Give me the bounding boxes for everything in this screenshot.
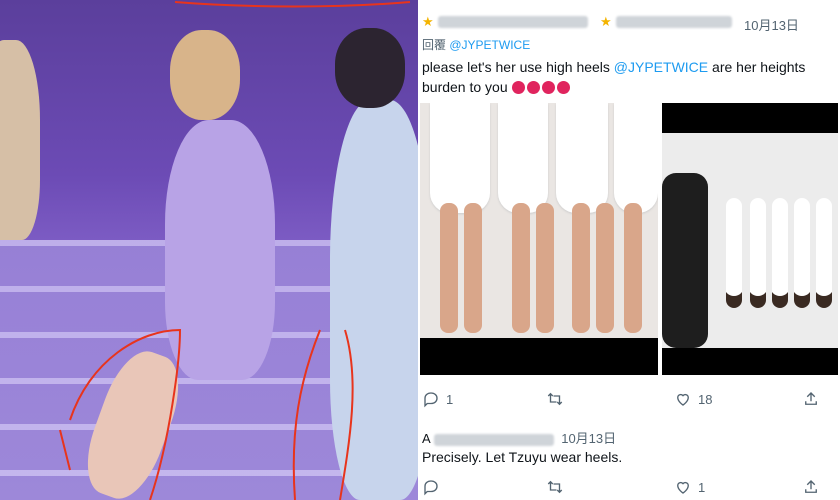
reply-icon xyxy=(424,392,438,408)
reply-button[interactable] xyxy=(422,478,446,496)
member-figure xyxy=(816,198,832,308)
reply-actions: 1 xyxy=(418,478,840,500)
leg xyxy=(440,203,458,333)
member-figure xyxy=(794,198,810,308)
tweet-body: please let's her use high heels @JYPETWI… xyxy=(422,57,840,97)
reply-date[interactable]: 10月13日 xyxy=(561,431,616,446)
tweet-header: ★ ★ 10月13日 xyxy=(422,12,840,34)
angry-emoji-icon xyxy=(556,81,570,94)
leg xyxy=(512,203,530,333)
reply-icon xyxy=(424,480,438,496)
leg xyxy=(572,203,590,333)
reply-author-initial[interactable]: A xyxy=(422,431,430,446)
dress xyxy=(498,103,548,213)
share-button[interactable] xyxy=(802,390,820,408)
retweet-icon xyxy=(547,392,563,406)
blurred-reply-author xyxy=(433,433,554,446)
reply-context: 回覆 @JYPETWICE xyxy=(422,36,530,53)
star-emoji-icon: ★ xyxy=(600,14,612,29)
like-count: 1 xyxy=(698,479,706,495)
photographer xyxy=(662,173,708,348)
share-button[interactable] xyxy=(802,478,820,496)
tweet-actions: 1 18 xyxy=(418,390,840,412)
annotation-circle-left xyxy=(69,328,182,500)
tweet-media xyxy=(420,103,838,375)
blurred-username xyxy=(616,16,732,28)
angry-emoji-icon xyxy=(526,81,540,94)
angry-emoji-icon xyxy=(541,81,555,94)
heart-icon xyxy=(677,481,689,494)
annotation-stroke-left xyxy=(59,429,71,471)
tweet-date[interactable]: 10月13日 xyxy=(744,15,799,34)
reply-count: 1 xyxy=(446,391,454,407)
tweet-text-part1: please let's her use high heels xyxy=(422,59,614,75)
retweet-button[interactable] xyxy=(546,390,570,408)
media-photo-group[interactable] xyxy=(662,103,838,375)
star-emoji-icon: ★ xyxy=(422,14,434,29)
dress xyxy=(614,103,658,213)
like-button[interactable]: 18 xyxy=(674,390,712,408)
red-annotation-marks xyxy=(59,1,411,500)
angry-emoji-icon xyxy=(511,81,525,94)
annotation-arc-right-2 xyxy=(339,329,354,500)
member-figure xyxy=(772,198,788,308)
reply-button[interactable]: 1 xyxy=(422,390,453,408)
member-figure xyxy=(726,198,742,308)
share-icon xyxy=(805,480,817,493)
angry-emoji-icons xyxy=(511,79,572,95)
reply-body: Precisely. Let Tzuyu wear heels. xyxy=(422,449,623,465)
leg xyxy=(596,203,614,333)
reply-handle-link[interactable]: @JYPETWICE xyxy=(449,38,530,52)
tweet-panel: ★ ★ 10月13日 回覆 @JYPETWICE please let's he… xyxy=(418,0,840,500)
heart-icon xyxy=(677,393,689,406)
dress xyxy=(556,103,608,213)
performance-photo xyxy=(0,0,418,500)
retweet-icon xyxy=(547,480,563,494)
media-photo-heels[interactable] xyxy=(420,103,658,375)
dress xyxy=(430,103,490,213)
leg xyxy=(464,203,482,333)
annotation-arc-right xyxy=(292,329,321,500)
retweet-button[interactable] xyxy=(546,478,570,496)
reply-header: A 10月13日 xyxy=(422,428,616,447)
like-button[interactable]: 1 xyxy=(674,478,705,496)
annotation-top xyxy=(174,1,411,8)
photo-border xyxy=(420,338,658,375)
leg xyxy=(536,203,554,333)
share-icon xyxy=(805,392,817,405)
mention-link[interactable]: @JYPETWICE xyxy=(614,59,708,75)
like-count: 18 xyxy=(698,391,713,407)
member-figure xyxy=(750,198,766,308)
reply-prefix: 回覆 xyxy=(422,38,447,52)
leg xyxy=(624,203,642,333)
blurred-display-name xyxy=(438,16,588,28)
